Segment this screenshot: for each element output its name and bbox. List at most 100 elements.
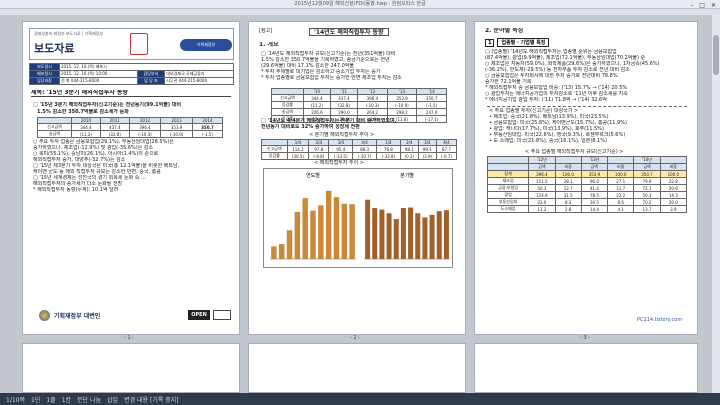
section-title: '14년도 해외직접투자 동향 bbox=[309, 28, 389, 36]
meta-cell: 전 화 044-215-8000 bbox=[59, 77, 138, 85]
box-heading: 1 업종별 · 기업별 특징 bbox=[485, 38, 550, 47]
summary-table: 2010 2011 2012 2013 2014 신고금액 344.4 437.… bbox=[36, 117, 224, 138]
table-cell: 30.5 bbox=[580, 198, 609, 206]
status-item[interactable]: 1칸 bbox=[62, 395, 71, 404]
doc-type-title: 보도자료 bbox=[34, 42, 75, 55]
overview-paragraphs: □ '14년도 해외직접투자 규모(신고기준)는 전년(351억불) 대비 1.5… bbox=[261, 51, 461, 81]
chart-bar bbox=[372, 208, 378, 259]
table-cell: 41.4 bbox=[580, 184, 609, 192]
table-cell: 도소매업 bbox=[486, 205, 530, 213]
chart-bar bbox=[333, 197, 340, 259]
chart-bar bbox=[436, 211, 442, 259]
meta-cell: 담당부서 bbox=[136, 70, 166, 78]
table-cell: 111.5 bbox=[528, 177, 556, 185]
table-cell: 350.7 bbox=[633, 170, 661, 178]
table-cell: 353.9 bbox=[580, 170, 609, 178]
header-banner: 경제부총리·재정부 보도자료 | 기획재정부 보도자료 기획재정부 bbox=[29, 28, 234, 60]
chart-bar bbox=[341, 203, 348, 259]
page-6-top[interactable] bbox=[474, 343, 698, 393]
destination-list: < 주요 업종별 투자(신고기준) 대상국가 > • 제조업: 중국(21.8%)… bbox=[489, 108, 689, 144]
table-header bbox=[486, 156, 530, 164]
meta-cell: 2015. 12. 10.(목) 10:00 bbox=[59, 70, 138, 78]
chart-bar bbox=[271, 246, 277, 259]
table-cell: 78.5 bbox=[580, 191, 609, 199]
page-3[interactable]: 2. 분야별 특징 1 업종별 · 기업별 특징 □ (업종별) '14년도 해… bbox=[474, 21, 698, 335]
chart-bar bbox=[429, 214, 435, 259]
page-1[interactable]: 경제부총리·재정부 보도자료 | 기획재정부 보도자료 기획재정부 보도일시 2… bbox=[22, 21, 240, 335]
table-cell: (11.2) bbox=[302, 101, 331, 109]
page-4-top[interactable] bbox=[22, 343, 240, 393]
table-cell: 금융·보험업 bbox=[486, 184, 530, 192]
meta-cell: 담 당 자 bbox=[136, 77, 166, 85]
table-cell: 33.0 bbox=[528, 198, 556, 206]
text-line: • 도·소매업: 미국(21.8%), 중국(16.1%), 일본(8.1%) bbox=[489, 138, 607, 144]
table-row: 증감률 (11.2) (32.8) (-10.3) (-10.9) (-1.5) bbox=[271, 101, 447, 109]
table-cell: 4.1 bbox=[607, 205, 635, 213]
table-cell: (-10.9) bbox=[160, 130, 193, 138]
page-2[interactable]: [참고] '14년도 해외직접투자 동향 1. 개요 □ '14년도 해외직접투… bbox=[248, 21, 466, 335]
industry-table-title: < 주요 업종별 해외직접투자 규모(신고기준) > bbox=[525, 149, 624, 155]
table-cell: (-1.5) bbox=[416, 101, 447, 109]
table-cell: 3.9 bbox=[659, 205, 688, 213]
chart-frame: 연도별 분기별 bbox=[263, 168, 453, 268]
table-cell: 437.4 bbox=[99, 123, 130, 131]
table-header bbox=[659, 156, 688, 164]
table-header: 금액 bbox=[580, 163, 609, 171]
table-cell: 14.3 bbox=[659, 191, 688, 199]
table-cell: 제조업 bbox=[486, 177, 530, 185]
table-row: 합계 396.4 100.0 353.9 100.0 350.7 100.0 bbox=[486, 170, 688, 178]
scrollbar-thumb[interactable] bbox=[713, 35, 719, 75]
table-cell: (-8.8) bbox=[308, 152, 330, 160]
table-row: 송금액 226.6 290.0 264.2 298.2 247.0 bbox=[271, 108, 447, 116]
table-cell: 396.4 bbox=[357, 94, 388, 102]
table-cell: 70.2 bbox=[633, 198, 661, 206]
status-item[interactable]: 1/10쪽 bbox=[6, 395, 25, 404]
table-cell: 22.8 bbox=[659, 177, 688, 185]
table-cell: (30.5) bbox=[286, 152, 310, 160]
meta-cell: 2015. 12. 10.(목) 배포시 bbox=[59, 63, 234, 71]
chart-bar bbox=[408, 207, 414, 259]
table-cell: (-13.5) bbox=[328, 152, 354, 160]
table-cell: 226.6 bbox=[302, 108, 331, 116]
table-cell: (32.8) bbox=[329, 101, 359, 109]
table-cell: 13.7 bbox=[633, 205, 661, 213]
chart-bar bbox=[302, 198, 308, 259]
status-item[interactable]: 1줄 bbox=[46, 395, 55, 404]
status-item[interactable]: 삽입 bbox=[107, 395, 118, 404]
table-cell: 20.6 bbox=[659, 184, 688, 192]
table-cell: 100.0 bbox=[607, 170, 635, 178]
table-cell: 신고금액 bbox=[36, 123, 73, 131]
table-cell: 증감률 bbox=[261, 152, 288, 160]
table-cell: (-1.5) bbox=[191, 130, 224, 138]
open-badge: OPEN bbox=[188, 310, 210, 320]
divider bbox=[487, 106, 687, 107]
window-titlebar: 2015년12월09일 해외건설(FDI)동향.hwp - 한컴오피스 한글 –… bbox=[0, 0, 720, 9]
emblem-icon bbox=[130, 33, 148, 55]
table-cell: 344.4 bbox=[302, 94, 331, 102]
table-cell: 396.4 bbox=[128, 123, 162, 131]
table-cell: 12.7 bbox=[554, 184, 582, 192]
status-item[interactable]: 문단 나눔 bbox=[77, 395, 101, 404]
text-line: * 에너지공기업 광업 투자: ('11) 71.8억 → ('14) 32.6… bbox=[485, 97, 607, 103]
chart-bar bbox=[286, 230, 293, 259]
quarterly-paragraphs: □ '14년도 4/4분기 해외직접투자는 전분기 대비 증가하였으며, 전년동기… bbox=[261, 118, 461, 130]
table-header: '12년 bbox=[528, 156, 556, 164]
box-number: 1 bbox=[485, 38, 495, 47]
chart-bar bbox=[310, 210, 316, 259]
chart-bar bbox=[422, 217, 428, 259]
chart-bar bbox=[325, 190, 332, 259]
table-header: 금액 bbox=[528, 163, 556, 171]
document-canvas[interactable]: 경제부총리·재정부 보도자료 | 기획재정부 보도자료 기획재정부 보도일시 2… bbox=[0, 9, 720, 393]
watermark: PC114.tistory.com bbox=[635, 317, 685, 323]
vertical-scrollbar[interactable] bbox=[712, 15, 720, 393]
table-cell: 8.3 bbox=[554, 198, 582, 206]
status-item[interactable]: 1단 bbox=[31, 395, 40, 404]
table-header: 비중 bbox=[659, 163, 688, 171]
table-cell: 송금액 bbox=[271, 108, 304, 116]
table-cell: 28.1 bbox=[554, 177, 582, 185]
status-item[interactable]: 변경 내용 [기록 중지] bbox=[124, 395, 179, 404]
table-cell: 264.2 bbox=[357, 108, 388, 116]
table-header: 금액 bbox=[633, 163, 661, 171]
page-5-top[interactable] bbox=[248, 343, 466, 393]
section-heading: 1. 개요 bbox=[259, 42, 279, 48]
